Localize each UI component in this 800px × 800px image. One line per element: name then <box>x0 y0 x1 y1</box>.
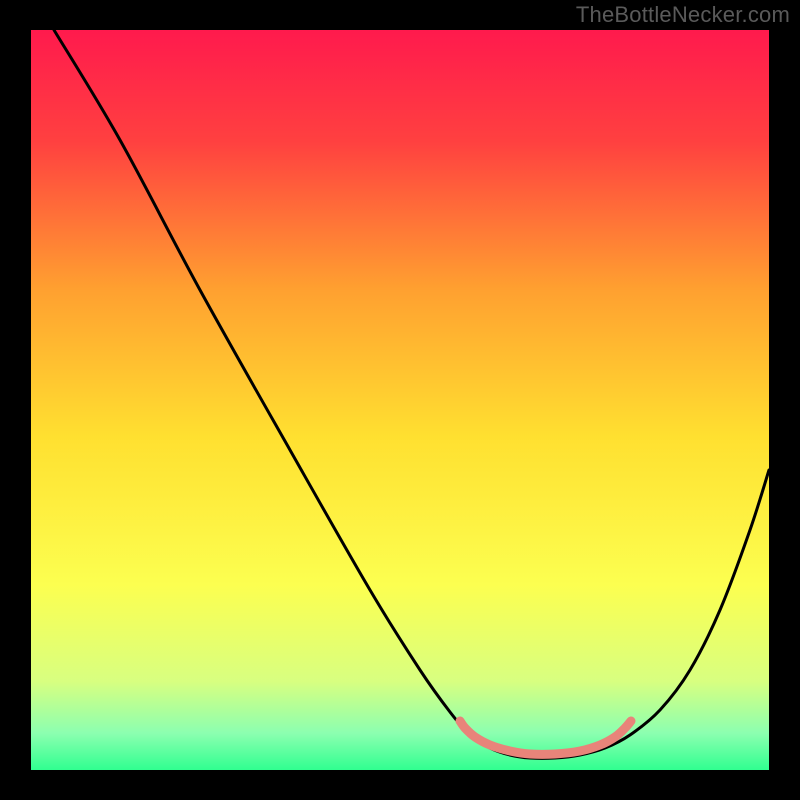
bottleneck-chart <box>0 0 800 800</box>
chart-root: { "watermark": "TheBottleNecker.com", "c… <box>0 0 800 800</box>
plot-background <box>31 30 769 770</box>
watermark-text: TheBottleNecker.com <box>576 2 790 28</box>
